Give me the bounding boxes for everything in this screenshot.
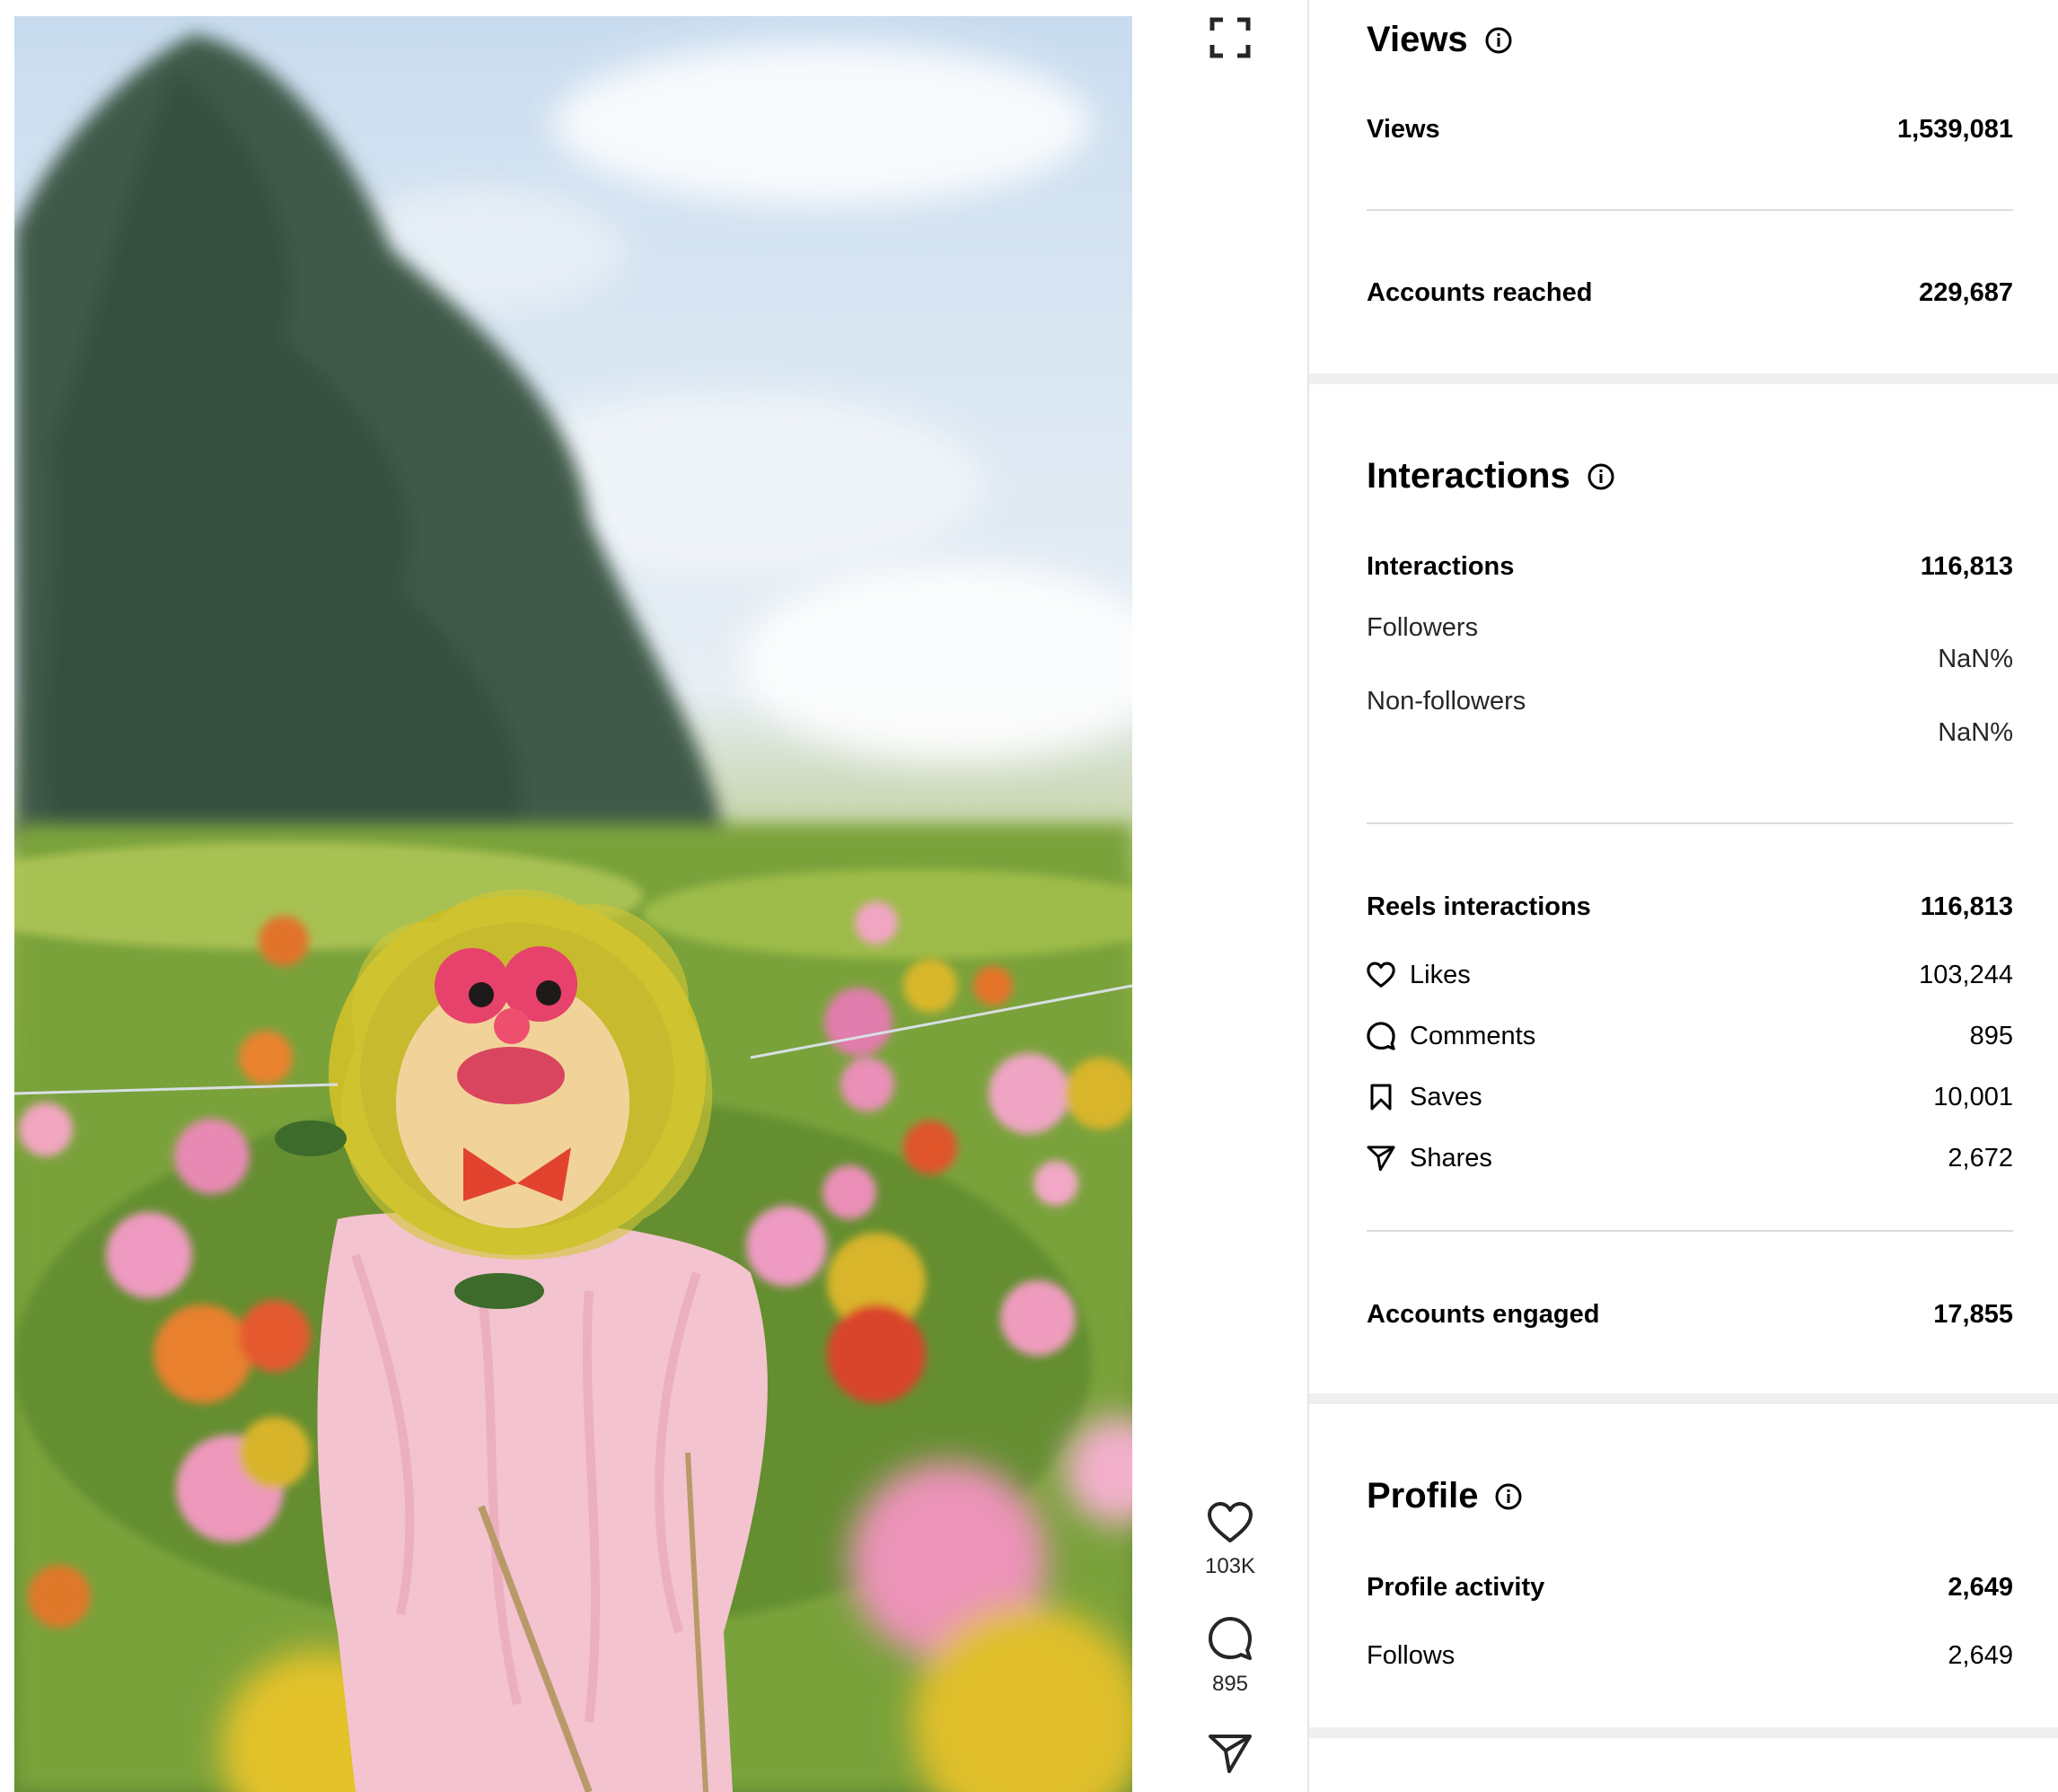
info-icon[interactable] [1587, 462, 1615, 491]
accounts-engaged-row: Accounts engaged 17,855 [1367, 1296, 2013, 1332]
reels-interactions-label: Reels interactions [1367, 892, 1591, 921]
interactions-row: Interactions 116,813 [1367, 549, 2013, 584]
follows-row: Follows 2,649 [1367, 1638, 2013, 1673]
section-separator [1309, 373, 2058, 384]
comment-icon[interactable] [1208, 1616, 1253, 1661]
divider [1367, 822, 2013, 824]
followers-label: Followers [1367, 613, 1479, 642]
non-followers-label: Non-followers [1367, 687, 1526, 716]
follows-label: Follows [1367, 1640, 1456, 1670]
like-count: 103K [1204, 1554, 1256, 1578]
section-separator [1309, 1727, 2058, 1738]
saves-label-group: Saves [1367, 1083, 1482, 1112]
profile-activity-row: Profile activity 2,649 [1367, 1569, 2013, 1605]
views-row: Views 1,539,081 [1367, 111, 2013, 147]
shares-label-group: Shares [1367, 1144, 1492, 1173]
saves-value: 10,001 [1933, 1082, 2013, 1111]
likes-label-group: Likes [1367, 961, 1471, 990]
accounts-reached-value: 229,687 [1919, 277, 2013, 307]
views-label: Views [1367, 114, 1440, 144]
reels-interactions-row: Reels interactions 116,813 [1367, 889, 2013, 925]
views-title-text: Views [1367, 20, 1468, 59]
comments-value: 895 [1969, 1021, 2013, 1050]
reels-interactions-value: 116,813 [1920, 892, 2013, 921]
profile-activity-label: Profile activity [1367, 1572, 1545, 1602]
section-separator [1309, 1393, 2058, 1404]
heart-icon [1367, 962, 1395, 988]
accounts-engaged-value: 17,855 [1933, 1299, 2013, 1329]
follows-value: 2,649 [1948, 1640, 2013, 1670]
accounts-reached-row: Accounts reached 229,687 [1367, 275, 2013, 311]
profile-activity-value: 2,649 [1948, 1572, 2013, 1602]
share-icon [1367, 1146, 1395, 1172]
comment-count: 895 [1211, 1672, 1249, 1696]
saves-row: Saves 10,001 [1367, 1079, 2013, 1115]
info-icon[interactable] [1484, 26, 1513, 55]
shares-value: 2,672 [1948, 1143, 2013, 1173]
insights-panel: Views Views 1,539,081 Accounts reached 2… [1309, 0, 2058, 1792]
accounts-reached-label: Accounts reached [1367, 277, 1593, 307]
profile-section-title: Profile [1367, 1476, 1523, 1516]
info-icon[interactable] [1494, 1482, 1523, 1511]
interactions-title-text: Interactions [1367, 456, 1570, 496]
divider [1367, 209, 2013, 211]
accounts-engaged-label: Accounts engaged [1367, 1299, 1600, 1329]
interactions-section-title: Interactions [1367, 456, 1615, 496]
share-icon[interactable] [1208, 1733, 1253, 1774]
likes-value: 103,244 [1919, 960, 2013, 989]
like-heart-icon[interactable] [1207, 1501, 1253, 1544]
divider [1367, 1230, 2013, 1232]
comments-row: Comments 895 [1367, 1018, 2013, 1054]
reel-image [14, 34, 1132, 1792]
comment-icon [1367, 1022, 1395, 1050]
comments-label: Comments [1410, 1021, 1536, 1050]
reel-video[interactable] [14, 16, 1132, 1792]
bookmark-icon [1370, 1084, 1392, 1111]
fullscreen-icon[interactable] [1209, 16, 1252, 59]
interactions-label: Interactions [1367, 551, 1515, 581]
shares-row: Shares 2,672 [1367, 1140, 2013, 1176]
interactions-value: 116,813 [1920, 551, 2013, 581]
shares-label: Shares [1410, 1143, 1492, 1173]
action-column: 103K 895 [1158, 0, 1302, 1792]
views-value: 1,539,081 [1896, 114, 2013, 144]
profile-title-text: Profile [1367, 1476, 1479, 1515]
likes-row: Likes 103,244 [1367, 957, 2013, 993]
saves-label: Saves [1410, 1082, 1482, 1111]
non-followers-value: NaN% [1938, 718, 2013, 747]
likes-label: Likes [1410, 960, 1471, 989]
followers-value: NaN% [1938, 645, 2013, 673]
views-section-title: Views [1367, 20, 1513, 60]
comments-label-group: Comments [1367, 1022, 1535, 1051]
